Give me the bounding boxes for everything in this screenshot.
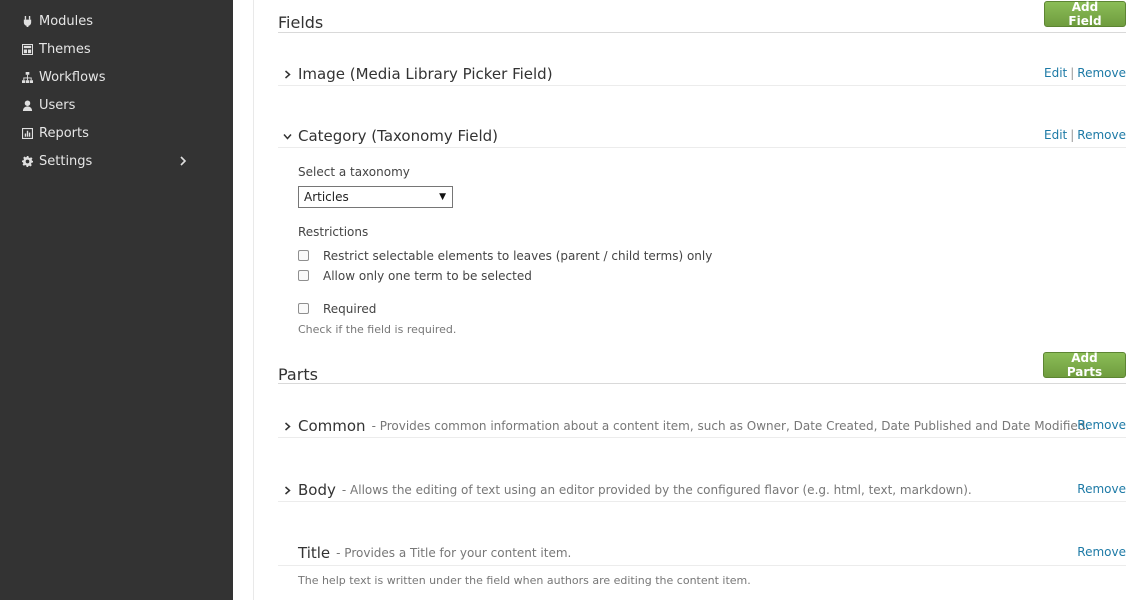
sidebar-item-themes[interactable]: Themes — [21, 38, 201, 60]
remove-field-link[interactable]: Remove — [1077, 66, 1126, 80]
field-row-category: Category (Taxonomy Field) Edit | Remove — [278, 125, 1126, 147]
part-actions: Remove — [1077, 482, 1126, 496]
part-description: - Allows the editing of text using an ed… — [341, 483, 972, 497]
chevron-right-icon — [179, 155, 189, 167]
row-divider — [278, 501, 1126, 502]
reports-icon — [21, 127, 33, 139]
field-row-image: Image (Media Library Picker Field) Edit |… — [278, 63, 1126, 85]
expand-chevron-icon[interactable] — [280, 419, 294, 433]
row-divider — [278, 565, 1126, 566]
themes-icon — [21, 43, 33, 55]
part-name: Body — [298, 481, 336, 499]
sidebar-item-reports[interactable]: Reports — [21, 122, 201, 144]
content-type-editor: Fields Add Field Image (Media Library Pi… — [278, 0, 1126, 600]
row-divider — [278, 147, 1126, 148]
expand-chevron-icon[interactable] — [280, 67, 294, 81]
plug-icon — [21, 15, 33, 27]
part-name: Title — [298, 544, 331, 562]
part-row-body: Body - Allows the editing of text using … — [278, 479, 1126, 501]
part-name: Common — [298, 417, 366, 435]
sidebar-item-users[interactable]: Users — [21, 94, 201, 116]
sidebar-item-label: Workflows — [39, 69, 106, 85]
dropdown-arrow-icon: ▼ — [439, 192, 446, 202]
collapse-chevron-icon[interactable] — [280, 129, 294, 143]
restrictions-label: Restrictions — [298, 225, 369, 239]
sidebar-item-label: Themes — [39, 41, 91, 57]
workflow-icon — [21, 71, 33, 83]
admin-sidebar: Modules Themes Workflows Users Reports S… — [0, 0, 233, 600]
remove-field-link[interactable]: Remove — [1077, 128, 1126, 142]
part-description: - Provides a Title for your content item… — [336, 546, 572, 560]
part-actions: Remove — [1077, 418, 1126, 432]
required-help-text: Check if the field is required. — [298, 323, 457, 336]
sidebar-item-label: Reports — [39, 125, 89, 141]
edit-field-link[interactable]: Edit — [1044, 128, 1067, 142]
remove-part-link[interactable]: Remove — [1077, 418, 1126, 432]
part-row-title: Title - Provides a Title for your conten… — [298, 542, 1126, 564]
leaves-only-checkbox[interactable] — [298, 250, 309, 261]
part-description: - Provides common information about a co… — [371, 419, 1090, 433]
taxonomy-select-label: Select a taxonomy — [298, 165, 410, 179]
user-icon — [21, 99, 33, 111]
fields-section-title: Fields — [278, 13, 324, 32]
parts-section-title: Parts — [278, 365, 318, 384]
required-checkbox[interactable] — [298, 303, 309, 314]
leaves-only-label: Restrict selectable elements to leaves (… — [323, 249, 713, 263]
parts-divider — [278, 383, 1126, 384]
single-choice-label: Allow only one term to be selected — [323, 269, 532, 283]
sidebar-item-modules[interactable]: Modules — [21, 10, 201, 32]
field-actions: Edit | Remove — [1044, 66, 1126, 80]
single-choice-checkbox[interactable] — [298, 270, 309, 281]
separator: | — [1070, 66, 1075, 80]
title-part-help-text: The help text is written under the field… — [298, 574, 751, 587]
taxonomy-select-value: Articles — [304, 190, 349, 204]
add-parts-button[interactable]: Add Parts — [1043, 351, 1126, 379]
expand-chevron-icon[interactable] — [280, 483, 294, 497]
taxonomy-select[interactable]: Articles ▼ — [298, 186, 453, 208]
sidebar-item-settings[interactable]: Settings — [21, 150, 201, 172]
fields-divider — [278, 32, 1126, 33]
gear-icon — [21, 155, 33, 167]
remove-part-link[interactable]: Remove — [1077, 482, 1126, 496]
sidebar-item-label: Users — [39, 97, 76, 113]
separator: | — [1070, 128, 1075, 142]
sidebar-item-label: Settings — [39, 153, 93, 169]
row-divider — [278, 85, 1126, 86]
part-row-common: Common - Provides common information abo… — [278, 415, 1126, 437]
sidebar-item-label: Modules — [39, 13, 94, 29]
sidebar-gutter — [233, 0, 254, 600]
required-label: Required — [323, 302, 377, 316]
field-name: Image (Media Library Picker Field) — [298, 65, 553, 83]
field-actions: Edit | Remove — [1044, 128, 1126, 142]
add-field-button[interactable]: Add Field — [1044, 0, 1126, 28]
edit-field-link[interactable]: Edit — [1044, 66, 1067, 80]
remove-part-link[interactable]: Remove — [1077, 545, 1126, 559]
sidebar-item-workflows[interactable]: Workflows — [21, 66, 201, 88]
part-actions: Remove — [1077, 545, 1126, 559]
field-name: Category (Taxonomy Field) — [298, 127, 499, 145]
row-divider — [278, 437, 1126, 438]
